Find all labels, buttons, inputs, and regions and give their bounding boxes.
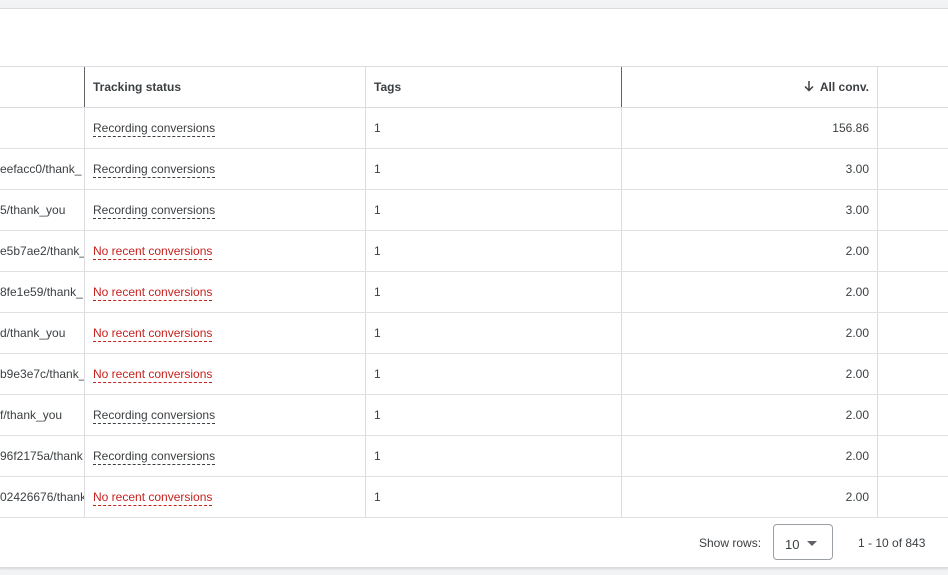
header-conversion-action [0, 67, 84, 107]
table-row: Recording conversions 1 156.86 [0, 108, 948, 149]
conversion-action-cell[interactable]: eefacc0/thank_ [0, 149, 84, 189]
conversion-action-cell[interactable]: d/thank_you [0, 313, 84, 353]
tracking-status-link[interactable]: No recent conversions [93, 244, 213, 260]
conversion-action-cell[interactable]: 02426676/thank [0, 477, 84, 517]
tags-cell: 1 [366, 395, 622, 435]
conversion-action-text: e5b7ae2/thank_ [0, 244, 84, 258]
tracking-status-cell: No recent conversions [84, 354, 366, 394]
table-header: Tracking status Tags All conv. [0, 67, 948, 108]
tags-cell: 1 [366, 272, 622, 312]
table-row: 8fe1e59/thank_ No recent conversions 1 2.00 [0, 272, 948, 313]
table-row: 02426676/thank No recent conversions 1 2.00 [0, 477, 948, 518]
tracking-status-cell: Recording conversions [84, 190, 366, 230]
all-conv-cell: 2.00 [622, 395, 878, 435]
tracking-status-link[interactable]: Recording conversions [93, 162, 216, 178]
conversion-action-text: f/thank_you [0, 408, 63, 422]
header-extra [878, 67, 948, 107]
conversion-action-text: b9e3e7c/thank_ [0, 367, 84, 381]
tracking-status-link[interactable]: Recording conversions [93, 408, 216, 424]
conversion-action-cell[interactable]: 8fe1e59/thank_ [0, 272, 84, 312]
all-conv-cell: 3.00 [622, 149, 878, 189]
conversion-action-cell[interactable]: 5/thank_you [0, 190, 84, 230]
tags-cell: 1 [366, 231, 622, 271]
tags-cell: 1 [366, 354, 622, 394]
all-conv-cell: 3.00 [622, 190, 878, 230]
header-all-conv[interactable]: All conv. [622, 67, 878, 107]
conversion-action-text: eefacc0/thank_ [0, 162, 82, 176]
tags-cell: 1 [366, 190, 622, 230]
extra-cell [878, 313, 948, 353]
all-conv-cell: 2.00 [622, 354, 878, 394]
pagination-range: 1 - 10 of 843 [858, 536, 926, 550]
header-tracking-status[interactable]: Tracking status [84, 67, 366, 107]
tracking-status-cell: Recording conversions [84, 149, 366, 189]
tracking-status-cell: Recording conversions [84, 108, 366, 148]
conversions-table-card: Tracking status Tags All conv. Recording… [0, 8, 948, 568]
tracking-status-link[interactable]: Recording conversions [93, 121, 216, 137]
extra-cell [878, 231, 948, 271]
tracking-status-link[interactable]: No recent conversions [93, 367, 213, 383]
table-row: e5b7ae2/thank_ No recent conversions 1 2.00 [0, 231, 948, 272]
extra-cell [878, 272, 948, 312]
tracking-status-link[interactable]: No recent conversions [93, 285, 213, 301]
tracking-status-link[interactable]: No recent conversions [93, 490, 213, 506]
tracking-status-cell: No recent conversions [84, 313, 366, 353]
extra-cell [878, 108, 948, 148]
tags-cell: 1 [366, 149, 622, 189]
extra-cell [878, 395, 948, 435]
tracking-status-link[interactable]: Recording conversions [93, 203, 216, 219]
table-toolbar [0, 9, 948, 67]
all-conv-cell: 2.00 [622, 313, 878, 353]
all-conv-cell: 156.86 [622, 108, 878, 148]
tracking-status-cell: No recent conversions [84, 477, 366, 517]
show-rows-label: Show rows: [699, 536, 762, 550]
extra-cell [878, 436, 948, 476]
table-row: f/thank_you Recording conversions 1 2.00 [0, 395, 948, 436]
tracking-status-cell: Recording conversions [84, 436, 366, 476]
table-body: Recording conversions 1 156.86 eefacc0/than… [0, 108, 948, 518]
tracking-status-cell: Recording conversions [84, 395, 366, 435]
tags-cell: 1 [366, 313, 622, 353]
conversion-action-text: 96f2175a/thank [0, 449, 83, 463]
conversion-action-cell[interactable]: 96f2175a/thank [0, 436, 84, 476]
extra-cell [878, 149, 948, 189]
tags-cell: 1 [366, 477, 622, 517]
table-row: b9e3e7c/thank_ No recent conversions 1 2.00 [0, 354, 948, 395]
table-row: 96f2175a/thank Recording conversions 1 2.00 [0, 436, 948, 477]
header-all-conv-label: All conv. [819, 80, 869, 94]
all-conv-cell: 2.00 [622, 477, 878, 517]
conversion-action-cell[interactable]: f/thank_you [0, 395, 84, 435]
conversion-action-cell[interactable]: b9e3e7c/thank_ [0, 354, 84, 394]
tracking-status-cell: No recent conversions [84, 231, 366, 271]
extra-cell [878, 477, 948, 517]
rows-per-page-select[interactable]: 10 [773, 524, 833, 560]
table-row: eefacc0/thank_ Recording conversions 1 3.00 [0, 149, 948, 190]
conversion-action-text: d/thank_you [0, 326, 66, 340]
extra-cell [878, 354, 948, 394]
table-row: d/thank_you No recent conversions 1 2.00 [0, 313, 948, 354]
table-footer: Show rows: 10 1 - 10 of 843 [0, 517, 948, 567]
table-row: 5/thank_you Recording conversions 1 3.00 [0, 190, 948, 231]
arrow-down-icon [804, 81, 814, 92]
all-conv-cell: 2.00 [622, 272, 878, 312]
all-conv-cell: 2.00 [622, 231, 878, 271]
conversion-action-text: 8fe1e59/thank_ [0, 285, 83, 299]
tracking-status-link[interactable]: No recent conversions [93, 326, 213, 342]
conversion-action-text: 5/thank_you [0, 203, 66, 217]
rows-per-page-value: 10 [785, 537, 800, 552]
tracking-status-cell: No recent conversions [84, 272, 366, 312]
conversion-action-cell[interactable] [0, 108, 84, 148]
conversion-action-cell[interactable]: e5b7ae2/thank_ [0, 231, 84, 271]
tracking-status-link[interactable]: Recording conversions [93, 449, 216, 465]
extra-cell [878, 190, 948, 230]
caret-down-icon [807, 541, 817, 546]
tags-cell: 1 [366, 436, 622, 476]
header-tags[interactable]: Tags [366, 67, 622, 107]
all-conv-cell: 2.00 [622, 436, 878, 476]
tags-cell: 1 [366, 108, 622, 148]
conversion-action-text: 02426676/thank [0, 490, 84, 504]
